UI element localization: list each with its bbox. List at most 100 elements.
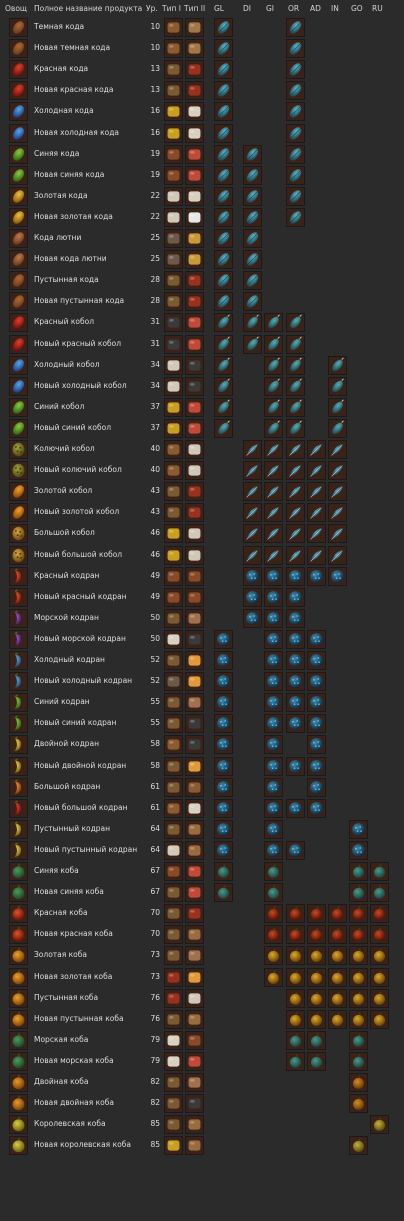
product-name: Красная кода xyxy=(34,64,89,74)
goldfruit-icon-or xyxy=(286,946,305,966)
redfruit-icon-gi xyxy=(264,904,283,924)
gem-material-icon xyxy=(185,165,204,185)
goldfruit-icon-go xyxy=(349,967,368,987)
bag-material-icon xyxy=(164,503,183,523)
product-name: Двойной кодран xyxy=(34,739,100,749)
column-header-di: DI xyxy=(243,4,251,13)
bone-material-icon xyxy=(164,376,183,396)
product-level: 31 xyxy=(150,338,160,348)
column-header-or: OR xyxy=(288,4,300,13)
orb-icon-gl xyxy=(214,756,233,776)
goldfruit-icon-ru xyxy=(370,946,389,966)
leather-material-icon xyxy=(164,165,183,185)
gem-material-icon xyxy=(185,418,204,438)
product-name: Синяя коба xyxy=(34,866,79,875)
feather-icon-gi xyxy=(264,524,283,544)
product-level: 46 xyxy=(150,528,160,538)
product-level: 25 xyxy=(150,254,160,264)
box-material-icon xyxy=(185,925,204,945)
redfruit-icon-in xyxy=(328,925,347,945)
product-level: 73 xyxy=(150,971,160,981)
product-level: 76 xyxy=(150,1013,160,1023)
product-level: 61 xyxy=(150,781,160,791)
product-name: Новый красный кодран xyxy=(34,591,127,601)
leaf-icon-di xyxy=(243,165,262,185)
bag-material-icon xyxy=(164,1094,183,1114)
orb-icon-or xyxy=(286,587,305,607)
product-name: Новый холодный кодран xyxy=(34,676,133,686)
product-level: 16 xyxy=(150,127,160,137)
spikygold-vegetable-icon xyxy=(9,524,28,544)
product-level: 58 xyxy=(150,739,160,749)
goldfruit-icon-ad xyxy=(307,967,326,987)
leaf-icon-gl xyxy=(214,81,233,101)
leather-material-icon xyxy=(185,566,204,586)
product-name: Большой кодран xyxy=(34,781,101,791)
blue-vegetable-icon xyxy=(9,355,28,375)
product-level: 67 xyxy=(150,887,160,897)
spiky-vegetable-icon xyxy=(9,440,28,459)
wand-material-icon xyxy=(185,672,204,692)
orb-icon-gi xyxy=(264,777,283,797)
orb-icon-ad xyxy=(307,756,326,776)
leaf-icon-gl xyxy=(214,165,233,185)
box-material-icon xyxy=(185,840,204,860)
product-name: Новый двойной кодран xyxy=(34,760,127,770)
tealfruit-icon-gl xyxy=(214,862,233,881)
greenball-vegetable-icon xyxy=(9,883,28,903)
leaf-icon-or xyxy=(286,144,305,164)
product-name: Новая холодная кода xyxy=(34,127,120,137)
red-vegetable-icon xyxy=(9,60,28,80)
product-name: Золотая кода xyxy=(34,190,88,200)
feather-icon-gi xyxy=(264,440,283,459)
pipe-material-icon xyxy=(185,714,204,734)
tealfruit-icon-gi xyxy=(264,862,283,881)
product-name: Большой кобол xyxy=(34,528,95,538)
pod-icon-or xyxy=(286,355,305,375)
product-name: Красная коба xyxy=(34,908,88,918)
orange-vegetable-icon xyxy=(9,503,28,523)
product-name: Темная кода xyxy=(34,22,85,31)
product-name: Новый холодный кобол xyxy=(34,380,127,390)
product-name: Новая кода лютни xyxy=(34,254,107,264)
product-name: Золотая коба xyxy=(34,950,87,960)
box-material-icon xyxy=(185,1009,204,1029)
rope-material-icon xyxy=(185,39,204,59)
potion-material-icon xyxy=(185,292,204,312)
pod-icon-or xyxy=(286,376,305,396)
wheat-material-icon xyxy=(185,250,204,270)
product-name: Синий кодран xyxy=(34,697,90,707)
orb-icon-di xyxy=(243,587,262,607)
twinball-vegetable-icon xyxy=(9,1073,28,1092)
purplechili-vegetable-icon xyxy=(9,608,28,628)
cloth-material-icon xyxy=(164,397,183,417)
pod-icon-di xyxy=(243,313,262,333)
redball-vegetable-icon xyxy=(9,925,28,945)
leather-material-icon xyxy=(164,566,183,586)
feather-icon-in xyxy=(328,440,347,459)
product-level: 55 xyxy=(150,718,160,728)
feather-icon-or xyxy=(286,524,305,544)
potion-material-icon xyxy=(185,904,204,924)
leaf-icon-gl xyxy=(214,102,233,122)
greenball-vegetable-icon xyxy=(9,862,28,881)
dice-material-icon xyxy=(185,207,204,227)
leaf-icon-gl xyxy=(214,39,233,59)
orb-icon-gl xyxy=(214,819,233,839)
product-level: 25 xyxy=(150,233,160,242)
scroll-material-icon xyxy=(164,1051,183,1071)
lute-vegetable-icon xyxy=(9,229,28,248)
tealfruit-icon-gi xyxy=(264,883,283,903)
pod-icon-gl xyxy=(214,355,233,375)
leaf-icon-di xyxy=(243,207,262,227)
product-level: 73 xyxy=(150,950,160,960)
scroll-material-icon xyxy=(185,123,204,143)
feather-icon-in xyxy=(328,524,347,544)
pod-icon-gi xyxy=(264,313,283,333)
gold-vegetable-icon xyxy=(9,207,28,227)
orb-icon-ad xyxy=(307,693,326,713)
feather-icon-di xyxy=(243,461,262,481)
red-vegetable-icon xyxy=(9,334,28,354)
yellowchili-vegetable-icon xyxy=(9,819,28,839)
lute-vegetable-icon xyxy=(9,250,28,270)
